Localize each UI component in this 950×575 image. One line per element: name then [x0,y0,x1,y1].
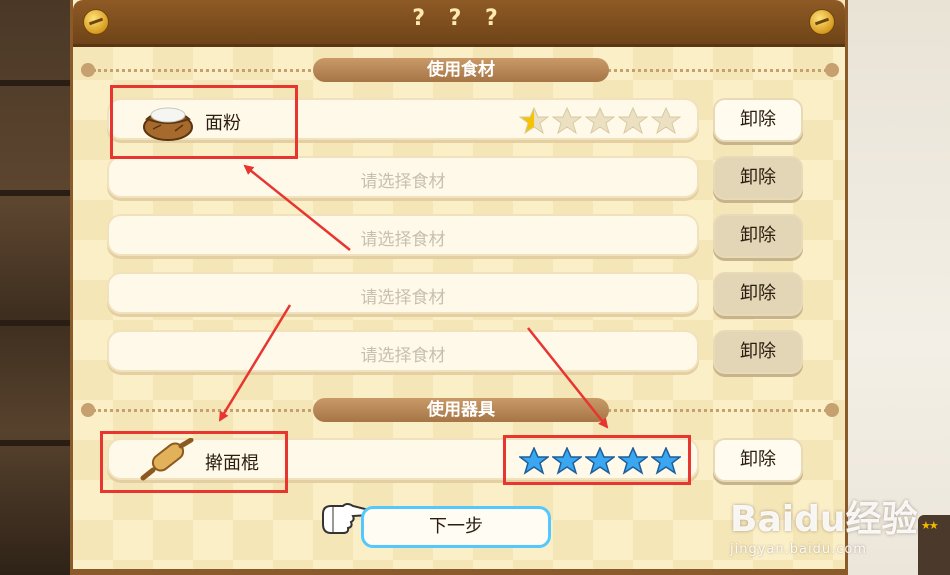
remove-ingredient-1-button[interactable]: 卸除 [713,98,803,142]
ingredient-placeholder: 请选择食材 [360,288,446,308]
ingredient-placeholder: 请选择食材 [360,172,446,192]
panel-header: ? ? ? [73,0,845,47]
ingredient-slot-4[interactable]: 请选择食材 [107,272,699,314]
game-scene-background-right: ★★ [848,0,950,575]
remove-ingredient-4-button[interactable]: 卸除 [713,272,803,316]
ingredient-slot-2[interactable]: 请选择食材 [107,156,699,198]
watermark-site: jingyan.baidu.com [730,542,867,557]
remove-tool-button[interactable]: 卸除 [713,438,803,482]
mini-stars-icon: ★★ [921,519,939,532]
wood-plank [0,320,80,326]
game-scene-background-left [0,0,80,575]
remove-ingredient-3-button[interactable]: 卸除 [713,214,803,258]
star-empty-icon [651,107,681,135]
remove-ingredient-5-button[interactable]: 卸除 [713,330,803,374]
wood-plank [0,440,80,446]
panel-title: ? ? ? [412,6,506,31]
side-item-thumbnail: ★★ [918,515,950,575]
ingredient-slot-5[interactable]: 请选择食材 [107,330,699,372]
star-empty-icon [585,107,615,135]
tools-divider: 使用器具 [81,398,839,422]
star-empty-icon [552,107,582,135]
tools-section-label: 使用器具 [313,398,609,422]
highlight-box-stars [503,435,691,485]
ingredient-placeholder: 请选择食材 [360,230,446,250]
next-step-button[interactable]: 下一步 [361,506,551,548]
panel-footer [73,569,845,575]
ingredient-slot-3[interactable]: 请选择食材 [107,214,699,256]
highlight-box-flour [110,85,298,159]
watermark-brand: Baidu经验 [730,499,918,540]
star-empty-icon [618,107,648,135]
coin-right-icon [809,9,835,35]
highlight-box-rolling-pin [100,431,288,493]
ingredient-placeholder: 请选择食材 [360,346,446,366]
ingredients-section-label: 使用食材 [313,58,609,82]
remove-ingredient-2-button[interactable]: 卸除 [713,156,803,200]
ingredient-rating-stars [519,107,681,135]
wood-plank [0,80,80,86]
ingredients-divider: 使用食材 [81,58,839,82]
baidu-jingyan-watermark: Baidu经验 jingyan.baidu.com [730,490,917,557]
wood-plank [0,190,80,196]
star-half-icon [519,107,549,135]
